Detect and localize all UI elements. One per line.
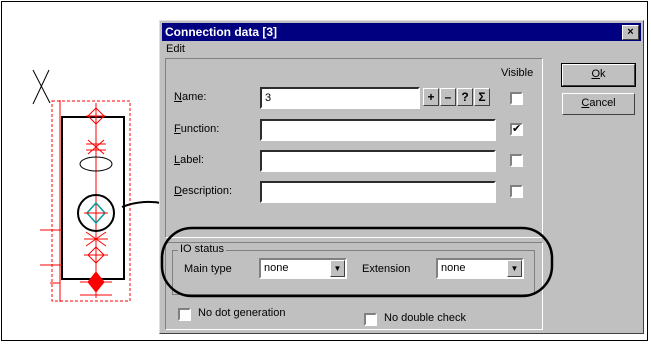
cancel-button[interactable]: Cancel: [562, 93, 635, 115]
name-visible-checkbox[interactable]: [510, 92, 523, 105]
decrement-button[interactable]: –: [440, 88, 456, 106]
function-input[interactable]: [260, 119, 496, 141]
filled-connection-diamond: [87, 271, 105, 293]
label-visible-checkbox[interactable]: [510, 154, 523, 167]
description-label: Description:: [174, 185, 233, 197]
main-type-value: none: [264, 262, 289, 274]
description-input[interactable]: [260, 181, 496, 203]
label-label: Label:: [174, 154, 204, 166]
description-visible-checkbox[interactable]: [510, 185, 523, 198]
name-button-group: + – ? Σ: [423, 88, 493, 106]
symbol-bounding-box: [51, 100, 131, 302]
main-type-select[interactable]: none ▼: [259, 258, 347, 279]
chevron-down-icon[interactable]: ▼: [507, 260, 522, 277]
extension-label: Extension: [362, 263, 411, 275]
chevron-down-icon[interactable]: ▼: [330, 260, 345, 277]
function-label: Function:: [174, 123, 220, 135]
main-type-label: Main type: [184, 263, 232, 275]
close-icon[interactable]: ×: [622, 25, 639, 40]
dialog-title: Connection data [3]: [165, 25, 278, 39]
extension-select[interactable]: none ▼: [436, 258, 524, 279]
extension-value: none: [441, 262, 466, 274]
io-status-label: IO status: [178, 243, 227, 255]
name-label: Name:: [174, 91, 207, 103]
visible-header: Visible: [501, 67, 534, 79]
connection-data-dialog: Connection data [3] × Edit Visible Name:…: [159, 20, 644, 334]
increment-button[interactable]: +: [423, 88, 439, 106]
no-dot-generation-label: No dot generation: [198, 307, 286, 319]
name-input[interactable]: 3: [260, 87, 420, 109]
dialog-titlebar: Connection data [3] ×: [162, 23, 641, 41]
no-double-check-checkbox[interactable]: [364, 313, 377, 326]
function-visible-checkbox[interactable]: ✔: [510, 123, 523, 136]
fields-panel: [165, 58, 543, 238]
no-dot-generation-checkbox[interactable]: [178, 308, 191, 321]
sum-button[interactable]: Σ: [474, 88, 490, 106]
help-button[interactable]: ?: [457, 88, 473, 106]
menu-edit[interactable]: Edit: [166, 43, 185, 55]
menu-bar: Edit: [162, 42, 185, 57]
no-double-check-label: No double check: [384, 312, 466, 324]
label-input[interactable]: [260, 150, 496, 172]
ok-button[interactable]: Ok: [561, 63, 636, 87]
